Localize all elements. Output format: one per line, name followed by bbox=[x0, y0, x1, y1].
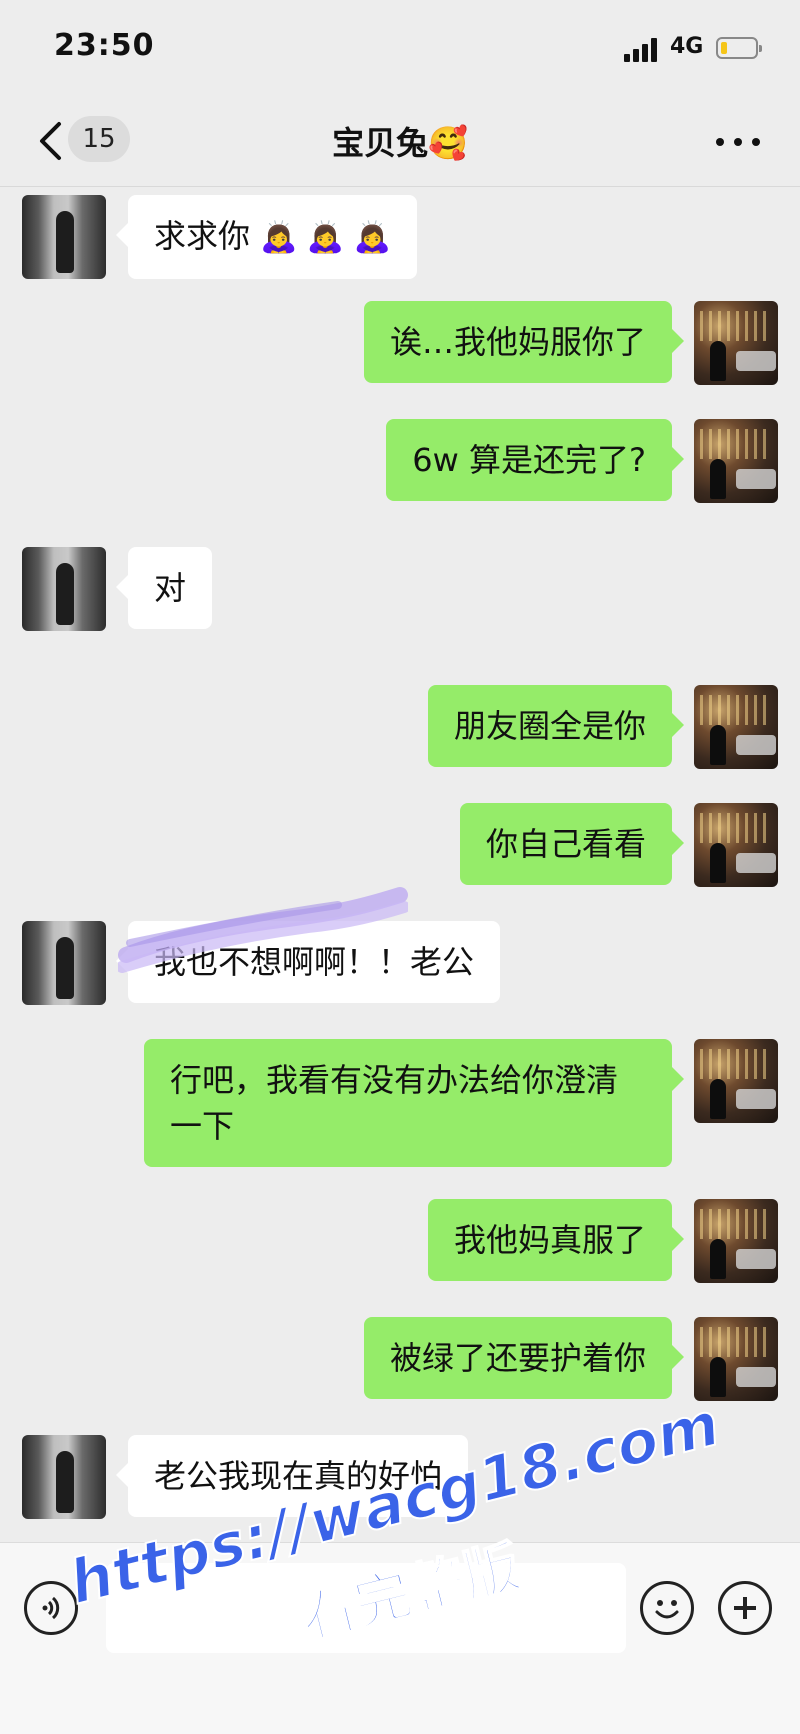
outgoing-bubble[interactable]: 诶…我他妈服你了 bbox=[363, 301, 685, 383]
my-avatar[interactable] bbox=[694, 1317, 778, 1401]
my-avatar[interactable] bbox=[694, 803, 778, 887]
chat-messages: 求求你 🙇‍♀️ 🙇‍♀️ 🙇‍♀️ 诶…我他妈服你了 6w 算是还完了? 对 朋… bbox=[0, 187, 800, 1542]
contact-avatar[interactable] bbox=[22, 547, 106, 631]
incoming-bubble[interactable]: 老公我现在真的好怕 bbox=[115, 1435, 469, 1517]
my-avatar[interactable] bbox=[694, 419, 778, 503]
contact-name: 宝贝兔 bbox=[332, 124, 429, 162]
emoji-button[interactable] bbox=[640, 1581, 694, 1635]
title-emoji: 🥰 bbox=[428, 124, 468, 162]
outgoing-bubble[interactable]: 我他妈真服了 bbox=[427, 1199, 685, 1281]
outgoing-bubble[interactable]: 朋友圈全是你 bbox=[427, 685, 685, 767]
outgoing-bubble[interactable]: 被绿了还要护着你 bbox=[363, 1317, 685, 1399]
more-dots-icon[interactable] bbox=[716, 138, 760, 148]
contact-avatar[interactable] bbox=[22, 921, 106, 1005]
outgoing-bubble[interactable]: 6w 算是还完了? bbox=[386, 419, 684, 501]
contact-avatar[interactable] bbox=[22, 195, 106, 279]
my-avatar[interactable] bbox=[694, 301, 778, 385]
add-button[interactable] bbox=[718, 1581, 772, 1635]
bowing-emoji: 🙇‍♀️ 🙇‍♀️ 🙇‍♀️ bbox=[260, 220, 392, 255]
my-avatar[interactable] bbox=[694, 685, 778, 769]
outgoing-bubble[interactable]: 行吧，我看有没有办法给你澄清一下 bbox=[144, 1039, 684, 1167]
chat-header: 15 宝贝兔🥰 bbox=[0, 96, 800, 187]
contact-avatar[interactable] bbox=[22, 1435, 106, 1519]
message-input[interactable] bbox=[106, 1563, 626, 1653]
battery-icon bbox=[716, 37, 762, 59]
chat-title: 宝贝兔🥰 bbox=[0, 118, 800, 164]
my-avatar[interactable] bbox=[694, 1199, 778, 1283]
voice-button[interactable] bbox=[24, 1581, 78, 1635]
outgoing-bubble[interactable]: 你自己看看 bbox=[459, 803, 685, 885]
incoming-bubble[interactable]: 求求你 🙇‍♀️ 🙇‍♀️ 🙇‍♀️ bbox=[115, 195, 418, 279]
input-bar bbox=[0, 1542, 800, 1734]
network-label: 4G bbox=[670, 34, 704, 59]
scribble-overlay bbox=[118, 887, 408, 973]
clock: 23:50 bbox=[54, 28, 155, 63]
status-bar: 23:50 4G bbox=[0, 0, 800, 96]
incoming-bubble[interactable]: 对 bbox=[115, 547, 213, 629]
voice-icon bbox=[42, 1596, 60, 1620]
emoji-icon bbox=[655, 1600, 679, 1619]
my-avatar[interactable] bbox=[694, 1039, 778, 1123]
signal-icon bbox=[624, 38, 662, 62]
